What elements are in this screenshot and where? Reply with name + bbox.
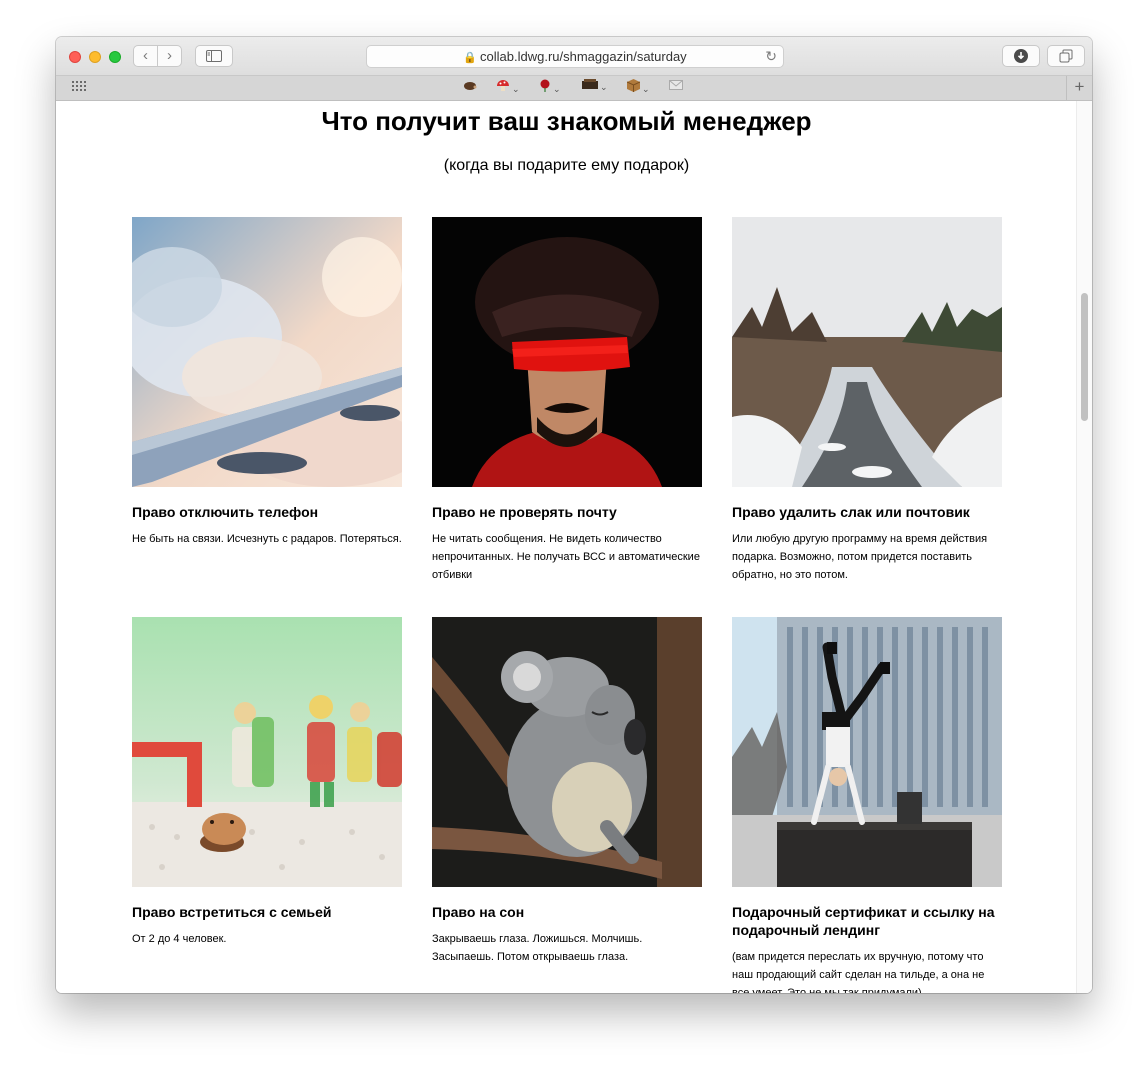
card-title: Право на сон: [432, 904, 525, 920]
gift-card: Подарочный сертификат и ссылку на подаро…: [732, 617, 1002, 993]
card-title: Право удалить слак или почтовик: [732, 504, 970, 520]
package-icon: [626, 79, 641, 92]
minimize-window-button[interactable]: [89, 51, 101, 63]
snowy-river-image: [732, 217, 1002, 487]
favorites-bar: ⌄ ⌄ ⌄ ⌄ +: [56, 76, 1092, 101]
hedgehog-icon[interactable]: [463, 79, 477, 94]
card-title: Право отключить телефон: [132, 504, 319, 520]
chevron-right-icon: ›: [167, 47, 172, 64]
forward-button[interactable]: ›: [157, 45, 182, 67]
mail-icon[interactable]: [669, 79, 683, 93]
card-title: Право не проверять почту: [432, 504, 617, 520]
gift-card: Право удалить слак или почтовик Или любу…: [732, 217, 1002, 584]
card-description: Не читать сообщения. Не видеть количеств…: [432, 533, 700, 581]
gift-card: Право встретиться с семьей От 2 до 4 чел…: [132, 617, 402, 948]
mushroom-icon: [497, 80, 509, 91]
mushroom-folder[interactable]: ⌄: [496, 79, 520, 95]
gift-card: Право отключить телефон Не быть на связи…: [132, 217, 402, 548]
chevron-down-icon: ⌄: [512, 84, 520, 94]
card-title: Подарочный сертификат и ссылку на подаро…: [732, 904, 995, 938]
chevron-down-icon: ⌄: [600, 82, 608, 92]
tabs-icon: [1059, 49, 1073, 63]
page-subtitle: (когда вы подарите ему подарок): [443, 157, 690, 174]
sidebar-toggle-button[interactable]: [195, 45, 233, 67]
zoom-window-button[interactable]: [109, 51, 121, 63]
chevron-left-icon: ‹: [143, 47, 148, 64]
vertical-scrollbar[interactable]: [1076, 101, 1092, 993]
browser-window: ‹ › 🔒 collab.ldwg.ru/shmaggazin/saturday …: [56, 37, 1092, 993]
page-content: Что получит ваш знакомый менеджер (когда…: [56, 101, 1092, 993]
card-description: (вам придется переслать их вручную, пото…: [732, 951, 985, 993]
box-icon: [582, 79, 598, 89]
toy-figures-image: [132, 617, 402, 887]
card-description: Не быть на связи. Исчезнуть с радаров. П…: [132, 533, 402, 545]
card-description: Или любую другую программу на время дейс…: [732, 533, 988, 581]
url-text: collab.ldwg.ru/shmaggazin/saturday: [480, 49, 687, 64]
card-description: От 2 до 4 человек.: [132, 933, 227, 945]
close-window-button[interactable]: [69, 51, 81, 63]
sidebar-icon: [206, 50, 222, 62]
address-bar[interactable]: 🔒 collab.ldwg.ru/shmaggazin/saturday ↻: [366, 45, 784, 68]
rose-folder[interactable]: ⌄: [539, 79, 561, 95]
tab-overview-button[interactable]: [1047, 45, 1085, 67]
back-button[interactable]: ‹: [133, 45, 158, 67]
chevron-down-icon: ⌄: [642, 84, 650, 94]
handstand-building-image: [732, 617, 1002, 887]
gift-card: Право не проверять почту Не читать сообщ…: [432, 217, 702, 584]
page-title: Что получит ваш знакомый менеджер: [321, 106, 812, 136]
airplane-wing-image: [132, 217, 402, 487]
sleeping-koala-image: [432, 617, 702, 887]
grid-icon[interactable]: [72, 81, 86, 95]
blindfolded-man-image: [432, 217, 702, 487]
downloads-button[interactable]: [1002, 45, 1040, 67]
gift-card: Право на сон Закрываешь глаза. Ложишься.…: [432, 617, 702, 966]
new-tab-button[interactable]: +: [1066, 76, 1092, 100]
card-description: Закрываешь глаза. Ложишься. Молчишь. Зас…: [432, 933, 643, 963]
lock-icon: 🔒: [463, 52, 478, 64]
rose-icon: [540, 79, 550, 92]
card-title: Право встретиться с семьей: [132, 904, 332, 920]
title-bar: ‹ › 🔒 collab.ldwg.ru/shmaggazin/saturday …: [56, 37, 1092, 76]
scrollbar-thumb[interactable]: [1081, 293, 1088, 421]
package-folder[interactable]: ⌄: [626, 79, 650, 95]
download-icon: [1014, 49, 1028, 63]
chevron-down-icon: ⌄: [553, 84, 561, 94]
reload-icon[interactable]: ↻: [765, 46, 777, 67]
box-folder[interactable]: ⌄: [582, 79, 608, 93]
